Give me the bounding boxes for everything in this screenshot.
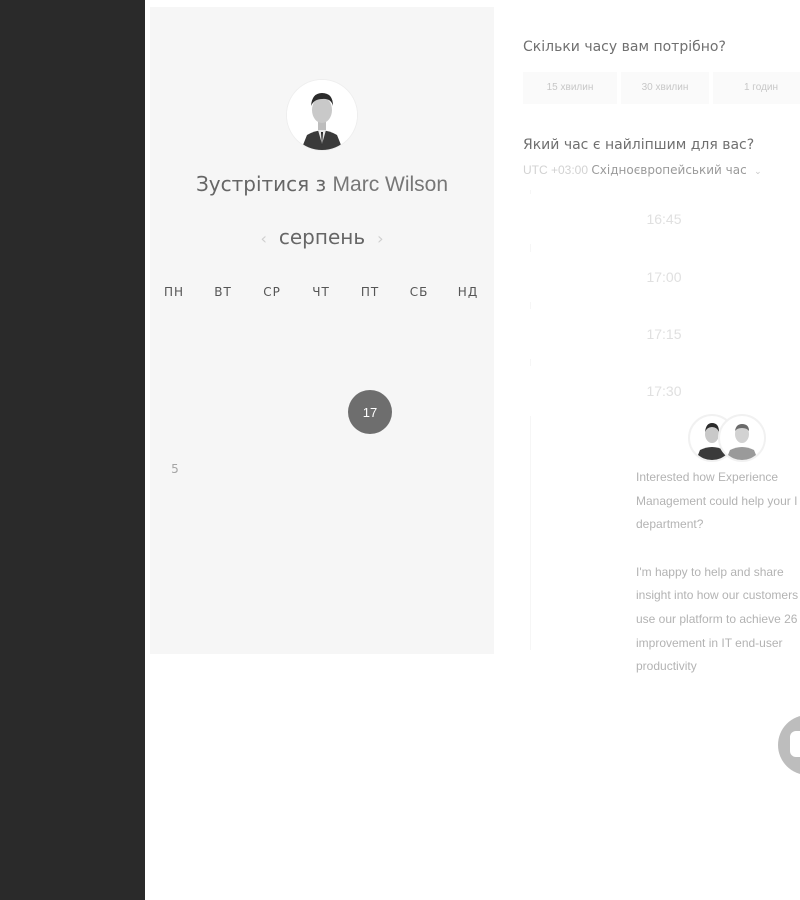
weekday-sun: НД	[457, 285, 479, 299]
host-name: Marc Wilson	[332, 173, 449, 196]
duration-options: 15 хвилин 30 хвилин 1 годин	[523, 72, 800, 104]
time-slot-label: 17:00	[646, 269, 682, 285]
weekday-fri: ПТ	[360, 285, 380, 299]
month-navigation: ‹ серпень ›	[150, 225, 494, 249]
weekday-thu: ЧТ	[312, 285, 330, 299]
duration-question: Скільки часу вам потрібно?	[523, 39, 726, 55]
weekday-header: ПН ВТ СР ЧТ ПТ СБ НД	[150, 285, 494, 303]
month-label: серпень	[278, 225, 366, 249]
chat-launcher-button[interactable]	[778, 715, 800, 775]
chat-message: Interested how Experience Management cou…	[636, 466, 800, 679]
chat-bubble-icon	[790, 731, 800, 757]
chat-agent-avatar	[718, 414, 766, 462]
chat-line: insight into how our customers	[636, 588, 799, 603]
chat-agent-avatars	[688, 414, 766, 462]
time-slot[interactable]: 16:45	[530, 194, 800, 244]
time-slot[interactable]: 17:00	[530, 252, 800, 302]
calendar-day[interactable]: 5	[155, 462, 195, 476]
time-slot-label: 16:45	[646, 211, 682, 227]
time-slot[interactable]: 17:30	[530, 366, 800, 416]
weekday-wed: СР	[263, 285, 281, 299]
title-prefix: Зустрітися з	[195, 172, 333, 196]
timezone-offset: UTC +03:00	[523, 163, 589, 177]
chat-line: I'm happy to help and share	[636, 564, 784, 579]
chat-line: productivity	[636, 659, 697, 674]
page-title: Зустрітися з Marc Wilson	[150, 172, 494, 197]
duration-option-30[interactable]: 30 хвилин	[621, 72, 709, 104]
weekday-mon: ПН	[163, 285, 185, 299]
host-avatar	[287, 80, 357, 150]
weekday-sat: СБ	[409, 285, 429, 299]
selected-day[interactable]: 17	[348, 390, 392, 434]
time-question: Який час є найліпшим для вас?	[523, 137, 755, 153]
chevron-down-icon: ⌄	[754, 166, 762, 176]
chat-line: improvement in IT end-user	[636, 635, 783, 650]
duration-option-60[interactable]: 1 годин	[713, 72, 800, 104]
chat-line: use our platform to achieve 26	[636, 611, 798, 626]
time-slot[interactable]: 17:15	[530, 309, 800, 359]
duration-option-15[interactable]: 15 хвилин	[523, 72, 617, 104]
time-slot-label: 17:30	[646, 383, 682, 399]
calendar-card: Зустрітися з Marc Wilson ‹ серпень › ПН ВТ…	[150, 7, 494, 654]
time-slot-label: 17:15	[646, 326, 682, 342]
timezone-name: Східноєвропейський час	[591, 163, 747, 177]
dark-sidebar	[0, 0, 145, 900]
timezone-selector[interactable]: UTC +03:00 Східноєвропейський час ⌄	[523, 163, 762, 177]
chat-line: Interested how Experience	[636, 470, 779, 484]
weekday-tue: ВТ	[214, 285, 232, 299]
chat-line: department?	[636, 517, 704, 532]
prev-month-button[interactable]: ‹	[248, 229, 278, 248]
next-month-button[interactable]: ›	[365, 229, 395, 248]
chat-line: Management could help your I	[636, 493, 798, 508]
